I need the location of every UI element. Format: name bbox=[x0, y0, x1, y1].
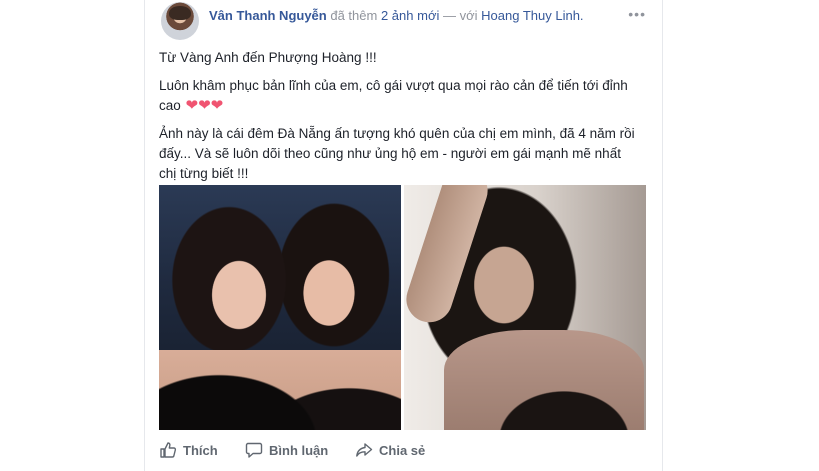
photo-2-body bbox=[444, 330, 644, 430]
post-paragraph-2: Luôn khâm phục bản lĩnh của em, cô gái v… bbox=[159, 76, 639, 116]
heart-emoji-icon: ❤❤❤ bbox=[185, 97, 224, 114]
comment-bubble-icon bbox=[245, 442, 263, 458]
like-button[interactable]: Thích bbox=[159, 438, 218, 462]
byline-dash: — bbox=[442, 8, 456, 23]
feed-divider-right bbox=[662, 0, 663, 471]
post-paragraph-3: Ảnh này là cái đêm Đà Nẵng ấn tượng khó … bbox=[159, 126, 635, 181]
post-text: Từ Vàng Anh đến Phượng Hoàng !!! Luôn kh… bbox=[159, 48, 639, 192]
like-label: Thích bbox=[183, 442, 218, 458]
post-paragraph-2-text: Luôn khâm phục bản lĩnh của em, cô gái v… bbox=[159, 78, 628, 113]
feed-post: Vân Thanh Nguyễn đã thêm 2 ảnh mới — với… bbox=[145, 0, 662, 471]
comment-label: Bình luận bbox=[269, 442, 329, 458]
share-label: Chia sẻ bbox=[379, 442, 426, 458]
post-paragraph-1: Từ Vàng Anh đến Phượng Hoàng !!! bbox=[159, 50, 377, 65]
photo-2-arm bbox=[404, 185, 494, 329]
more-options-icon[interactable]: ••• bbox=[628, 6, 646, 22]
post-byline: Vân Thanh Nguyễn đã thêm 2 ảnh mới — với… bbox=[209, 8, 584, 23]
author-name-link[interactable]: Vân Thanh Nguyễn bbox=[209, 8, 327, 23]
post-photo-2[interactable] bbox=[404, 185, 646, 430]
share-arrow-icon bbox=[356, 443, 373, 457]
comment-button[interactable]: Bình luận bbox=[245, 438, 328, 462]
photo-1-detail bbox=[159, 350, 401, 430]
with-text: với bbox=[459, 8, 478, 23]
avatar-hair bbox=[169, 6, 191, 20]
post-photo-grid bbox=[159, 185, 646, 430]
action-text: đã thêm bbox=[330, 8, 378, 23]
photo-count-link[interactable]: 2 ảnh mới bbox=[381, 8, 439, 23]
post-header: Vân Thanh Nguyễn đã thêm 2 ảnh mới — với… bbox=[159, 2, 654, 42]
post-action-bar: Thích Bình luận Chia sẻ bbox=[159, 438, 654, 464]
author-avatar[interactable] bbox=[161, 2, 199, 40]
share-button[interactable]: Chia sẻ bbox=[355, 438, 425, 462]
post-photo-1[interactable] bbox=[159, 185, 401, 430]
thumbs-up-icon bbox=[160, 442, 177, 458]
tagged-person-link[interactable]: Hoang Thuy Linh. bbox=[481, 8, 583, 23]
